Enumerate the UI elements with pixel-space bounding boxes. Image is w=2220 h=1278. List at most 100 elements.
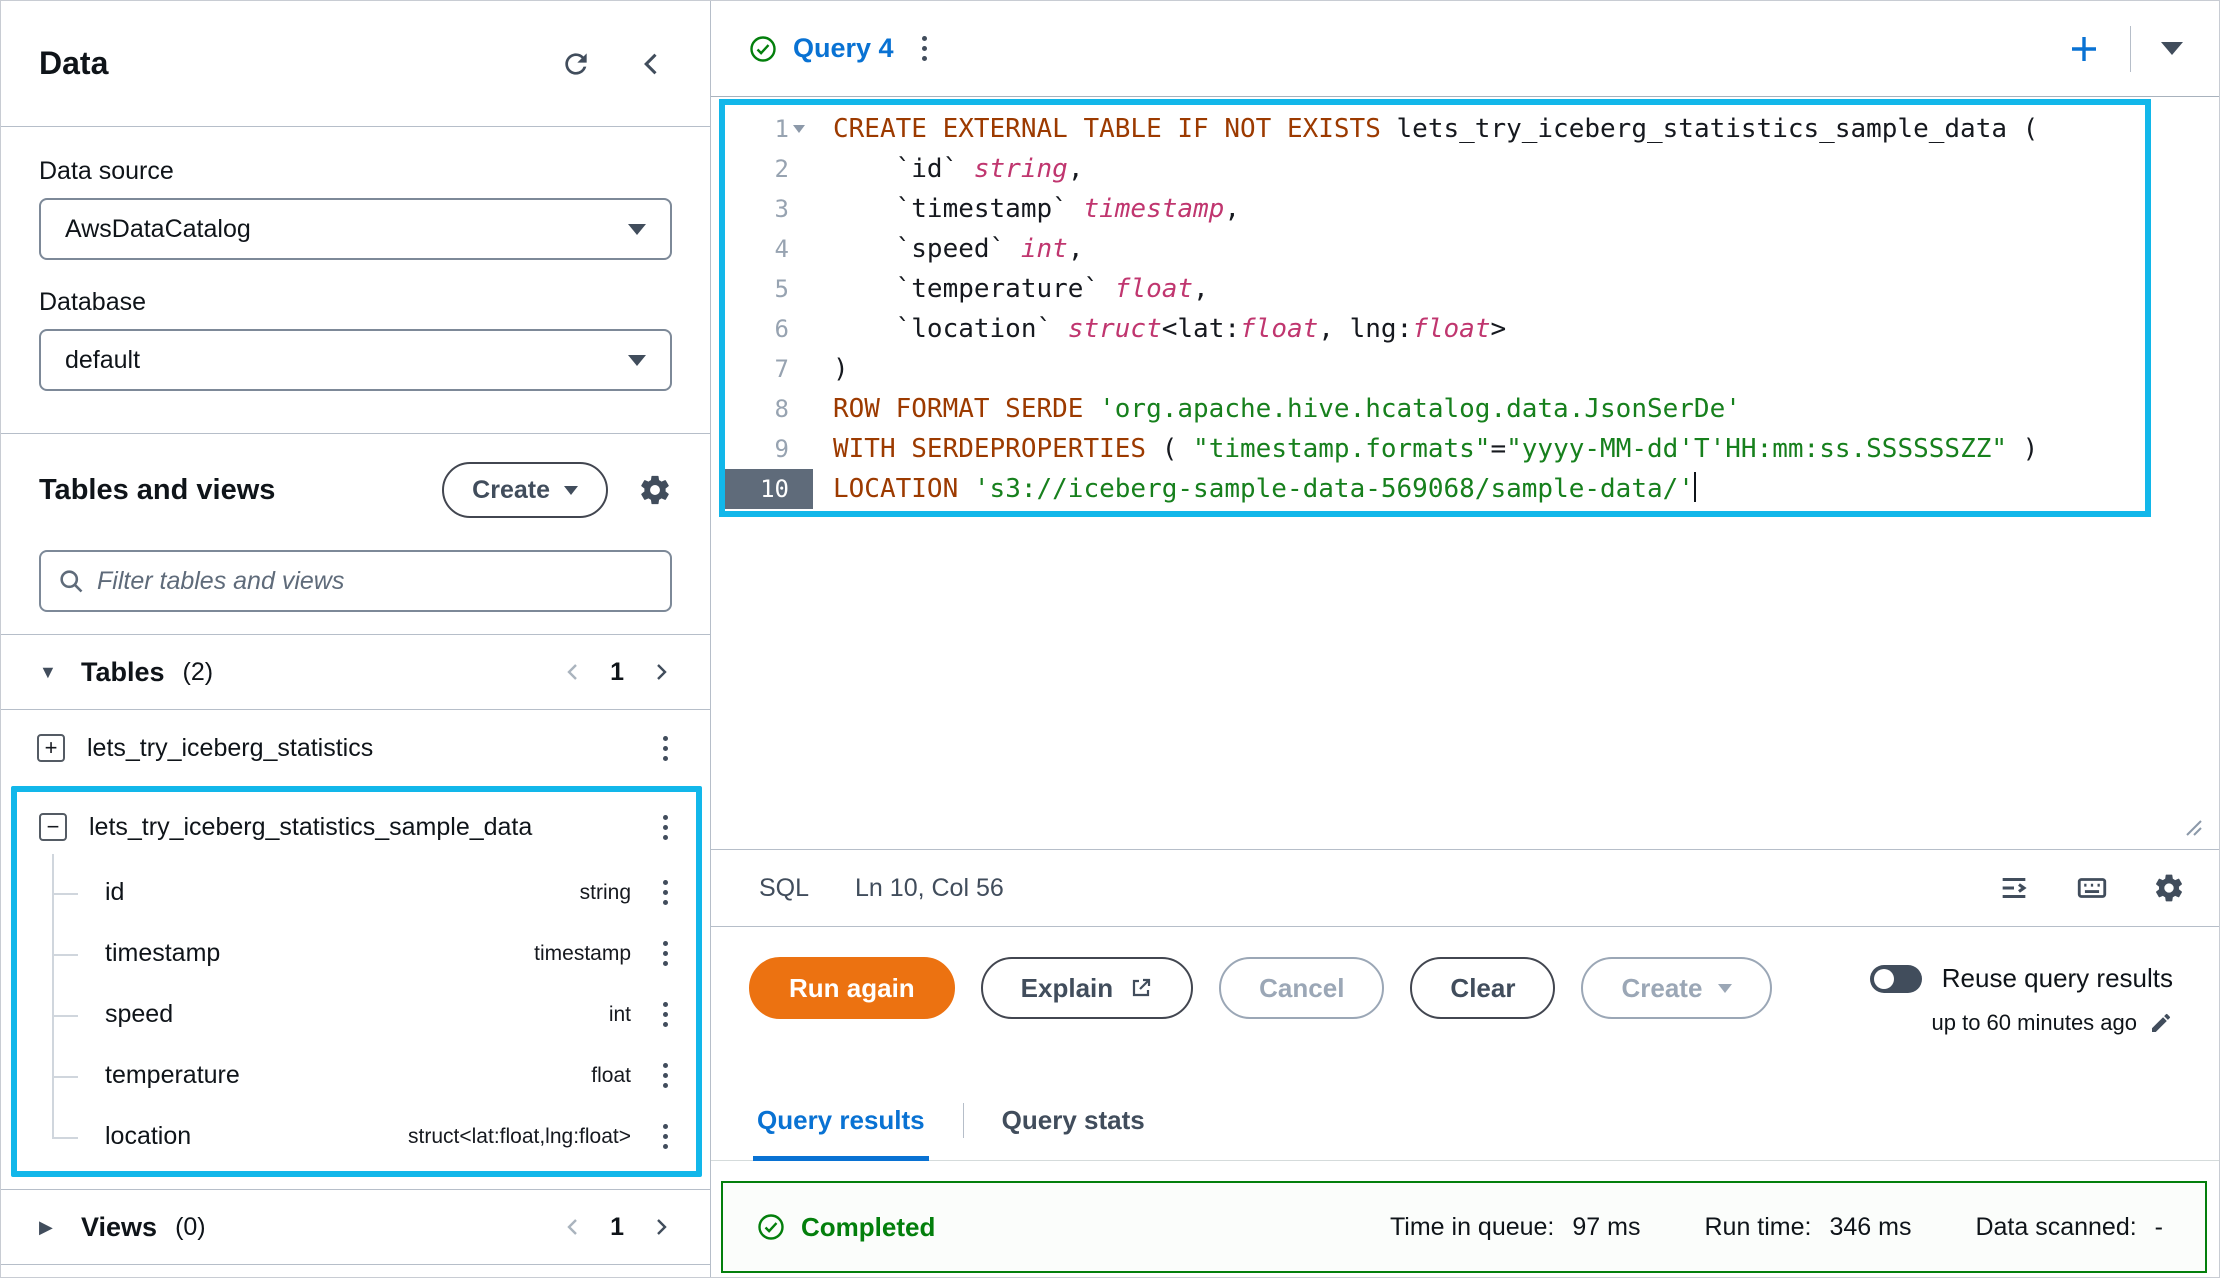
check-circle-icon — [749, 35, 777, 63]
caret-down-icon — [1718, 984, 1732, 993]
page-next-icon[interactable] — [650, 661, 672, 683]
resize-handle-icon[interactable] — [2179, 813, 2203, 837]
divider — [1, 433, 710, 434]
tables-and-views-header: Tables and views Create — [1, 462, 710, 518]
column-menu-icon[interactable] — [657, 935, 674, 972]
query-status-bar: Completed Time in queue:97 msRun time:34… — [721, 1181, 2207, 1273]
expand-icon[interactable]: + — [37, 734, 65, 762]
column-type: struct<lat:float,lng:float> — [408, 1125, 631, 1149]
column-name: location — [105, 1122, 191, 1151]
caret-down-icon — [628, 224, 646, 235]
code-line: CREATE EXTERNAL TABLE IF NOT EXISTS lets… — [833, 109, 2145, 149]
format-query-button[interactable] — [1997, 871, 2031, 905]
gutter-line-number: 7 — [725, 349, 813, 389]
database-select[interactable]: default — [39, 329, 672, 391]
stat-label: Time in queue: — [1390, 1213, 1554, 1242]
highlighted-table-block: − lets_try_iceberg_statistics_sample_dat… — [11, 786, 702, 1177]
query-stats-list: Time in queue:97 msRun time:346 msData s… — [1390, 1213, 2163, 1242]
filter-tables-field — [39, 550, 672, 612]
column-name: timestamp — [105, 939, 220, 968]
page-number: 1 — [610, 1213, 624, 1242]
table-name: lets_try_iceberg_statistics — [87, 734, 373, 763]
code-lines[interactable]: CREATE EXTERNAL TABLE IF NOT EXISTS lets… — [813, 105, 2145, 511]
tab-list-dropdown-button[interactable] — [2161, 42, 2183, 55]
editor-settings-button[interactable] — [2153, 872, 2185, 904]
reuse-results-toggle[interactable] — [1870, 965, 1922, 993]
query-panel: Query 4 12345678910 CREATE EXTERNAL TABL… — [711, 1, 2219, 1277]
explain-button[interactable]: Explain — [981, 957, 1193, 1019]
caret-right-icon: ▶ — [39, 1217, 63, 1238]
page-next-icon[interactable] — [650, 1216, 672, 1238]
gutter-line-number: 3 — [725, 189, 813, 229]
gutter-line-number: 4 — [725, 229, 813, 269]
results-tabbar: Query results Query stats — [711, 1081, 2219, 1161]
column-type: timestamp — [534, 942, 631, 966]
page-prev-icon[interactable] — [562, 1216, 584, 1238]
page-number: 1 — [610, 658, 624, 687]
column-type: int — [609, 1003, 631, 1027]
collapse-icon[interactable]: − — [39, 813, 67, 841]
code-line: LOCATION 's3://iceberg-sample-data-56906… — [833, 469, 2145, 509]
code-gutter: 12345678910 — [725, 105, 813, 511]
data-sidebar: Data Data source AwsDataCatalog Database… — [1, 1, 711, 1277]
data-source-select[interactable]: AwsDataCatalog — [39, 198, 672, 260]
column-menu-icon[interactable] — [657, 874, 674, 911]
stat-value: 97 ms — [1572, 1213, 1640, 1242]
divider — [963, 1103, 964, 1138]
table-row[interactable]: − lets_try_iceberg_statistics_sample_dat… — [17, 792, 696, 862]
gutter-line-number: 8 — [725, 389, 813, 429]
query-tab-menu-icon[interactable] — [916, 30, 933, 67]
refresh-button[interactable] — [560, 48, 592, 80]
query-actions: Run again Explain Cancel Clear Create Re… — [711, 957, 2219, 1073]
stat-label: Data scanned: — [1975, 1213, 2136, 1242]
create-button[interactable]: Create — [442, 462, 608, 518]
views-section-header[interactable]: ▶ Views (0) 1 — [1, 1189, 710, 1265]
run-again-button[interactable]: Run again — [749, 957, 955, 1019]
query-tab[interactable]: Query 4 — [749, 30, 933, 67]
create-button-label: Create — [472, 476, 550, 505]
edit-pencil-icon[interactable] — [2149, 1011, 2173, 1035]
athena-query-editor: { "colors": { "accent_blue": "#0972d3", … — [0, 0, 2220, 1278]
code-line: `timestamp` timestamp, — [833, 189, 2145, 229]
reuse-duration-text: up to 60 minutes ago — [1932, 1010, 2137, 1036]
gutter-line-number: 5 — [725, 269, 813, 309]
tables-and-views-title: Tables and views — [39, 474, 275, 507]
column-menu-icon[interactable] — [657, 1057, 674, 1094]
table-row[interactable]: + lets_try_iceberg_statistics — [1, 710, 710, 786]
column-row: temperaturefloat — [17, 1045, 696, 1106]
shortcuts-button[interactable] — [2075, 871, 2109, 905]
column-menu-icon[interactable] — [657, 996, 674, 1033]
stat-item: Time in queue: 97 ms — [1390, 1213, 1641, 1242]
tab-query-stats[interactable]: Query stats — [998, 1081, 1149, 1160]
cursor-position: Ln 10, Col 56 — [855, 874, 1004, 903]
data-settings-button[interactable] — [638, 473, 672, 507]
sql-editor[interactable]: 12345678910 CREATE EXTERNAL TABLE IF NOT… — [719, 99, 2151, 517]
table-menu-icon[interactable] — [657, 730, 674, 767]
code-line: ROW FORMAT SERDE 'org.apache.hive.hcatal… — [833, 389, 2145, 429]
column-menu-icon[interactable] — [657, 1118, 674, 1155]
column-type: string — [580, 881, 631, 905]
column-name: speed — [105, 1000, 173, 1029]
tab-query-results[interactable]: Query results — [753, 1081, 929, 1160]
tables-section-header[interactable]: ▼ Tables (2) 1 — [1, 634, 710, 710]
new-query-button[interactable] — [2068, 33, 2100, 65]
clear-button[interactable]: Clear — [1410, 957, 1555, 1019]
filter-tables-input[interactable] — [97, 567, 654, 596]
gutter-line-number: 9 — [725, 429, 813, 469]
page-prev-icon[interactable] — [562, 661, 584, 683]
check-circle-icon — [757, 1213, 785, 1241]
gutter-line-number: 2 — [725, 149, 813, 189]
caret-down-icon — [2161, 42, 2183, 55]
fold-caret-icon[interactable] — [793, 125, 805, 133]
caret-down-icon: ▼ — [39, 662, 63, 683]
editor-zone: 12345678910 CREATE EXTERNAL TABLE IF NOT… — [711, 97, 2219, 849]
tables-count: (2) — [183, 658, 214, 687]
gear-icon — [2153, 872, 2185, 904]
table-menu-icon[interactable] — [657, 809, 674, 846]
explain-label: Explain — [1021, 973, 1113, 1004]
database-label: Database — [39, 288, 672, 317]
collapse-panel-button[interactable] — [638, 50, 666, 78]
column-type: float — [591, 1064, 631, 1088]
reuse-query-results: Reuse query results up to 60 minutes ago — [1870, 963, 2173, 1036]
tables-section-label: Tables — [81, 657, 165, 688]
